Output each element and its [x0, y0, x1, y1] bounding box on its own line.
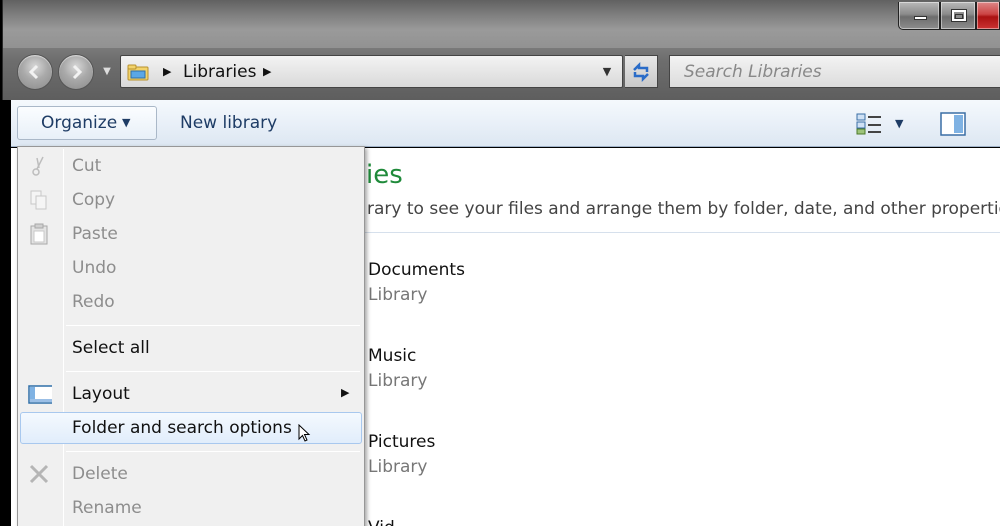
- menu-item-paste[interactable]: Paste: [20, 218, 362, 250]
- submenu-arrow-icon: ▶: [341, 386, 350, 399]
- menu-item-delete[interactable]: Delete: [20, 458, 362, 490]
- library-name: Pictures: [368, 432, 436, 452]
- library-name: Documents: [368, 260, 465, 280]
- menu-item-copy[interactable]: Copy: [20, 184, 362, 216]
- copy-icon: [30, 190, 47, 210]
- menu-item-label: Rename: [72, 498, 142, 518]
- mouse-cursor-icon: [298, 424, 311, 442]
- forward-arrow-icon: [59, 55, 93, 89]
- minimize-icon: [914, 16, 927, 20]
- library-item-music[interactable]: Music Library: [368, 345, 427, 392]
- menu-item-rename[interactable]: Rename: [20, 492, 362, 524]
- library-type: Library: [368, 285, 428, 305]
- menu-separator: [66, 451, 360, 452]
- library-type: Library: [368, 371, 428, 391]
- refresh-button[interactable]: [625, 55, 658, 88]
- menu-item-undo[interactable]: Undo: [20, 252, 362, 284]
- menu-separator: [66, 371, 360, 372]
- address-bar[interactable]: ▶ Libraries ▶ ▼: [120, 55, 623, 88]
- library-type: Library: [368, 457, 428, 477]
- delete-x-icon: [29, 464, 49, 484]
- layout-icon: [28, 385, 52, 404]
- back-button[interactable]: [17, 54, 53, 90]
- menu-item-label: Copy: [72, 190, 116, 210]
- menu-separator: [66, 325, 360, 326]
- menu-item-cut[interactable]: Cut: [20, 150, 362, 182]
- breadcrumb-separator-icon[interactable]: ▶: [263, 65, 273, 79]
- new-library-button[interactable]: New library: [180, 113, 277, 133]
- refresh-icon: [633, 61, 649, 83]
- restore-icon: [951, 9, 967, 22]
- preview-pane-icon[interactable]: [940, 112, 966, 136]
- menu-item-label: Delete: [72, 464, 128, 484]
- library-item-pictures[interactable]: Pictures Library: [368, 431, 435, 478]
- breadcrumb-separator-icon[interactable]: ▶: [163, 65, 173, 79]
- search-input[interactable]: [670, 56, 1000, 87]
- libraries-folder-icon: [127, 64, 149, 81]
- library-name: Vid: [368, 517, 395, 526]
- library-name: Music: [368, 346, 417, 366]
- clipboard-icon: [30, 223, 48, 245]
- scissors-icon: [32, 156, 44, 176]
- library-item-videos[interactable]: Vid: [368, 517, 395, 526]
- header-divider: [361, 232, 1000, 233]
- menu-item-label: Cut: [72, 156, 102, 176]
- menu-item-select-all[interactable]: Select all: [20, 332, 362, 364]
- menu-item-label: Redo: [72, 292, 115, 312]
- menu-item-label: Undo: [72, 258, 117, 278]
- forward-button[interactable]: [58, 54, 94, 90]
- search-box: [669, 55, 1000, 88]
- menu-item-layout[interactable]: Layout ▶: [20, 378, 362, 410]
- menu-item-label: Folder and search options: [72, 418, 292, 438]
- change-view-icon[interactable]: [856, 113, 882, 135]
- page-subtitle: rary to see your files and arrange them …: [367, 199, 1000, 219]
- view-options-chevron-icon[interactable]: ▼: [895, 113, 903, 135]
- chevron-down-icon: ▼: [122, 116, 131, 129]
- menu-item-label: Layout: [72, 384, 130, 404]
- page-title: ies: [366, 160, 403, 190]
- organize-label: Organize: [41, 113, 118, 133]
- menu-item-label: Paste: [72, 224, 118, 244]
- breadcrumb-libraries[interactable]: Libraries: [183, 62, 256, 82]
- address-dropdown-icon[interactable]: ▼: [599, 64, 615, 80]
- organize-button[interactable]: Organize ▼: [17, 106, 157, 140]
- chevron-down-icon: ▼: [103, 66, 111, 77]
- command-bar: Organize ▼ New library ▼: [11, 100, 1000, 147]
- close-button[interactable]: [976, 2, 1000, 30]
- menu-item-redo[interactable]: Redo: [20, 286, 362, 318]
- minimize-button[interactable]: [898, 2, 940, 30]
- caption-buttons: [898, 2, 1000, 32]
- maximize-button[interactable]: [940, 2, 976, 30]
- menu-item-label: Select all: [72, 338, 150, 358]
- organize-menu: Cut Copy Paste Undo Redo Select all Layo…: [17, 146, 365, 526]
- back-arrow-icon: [18, 55, 52, 89]
- library-item-documents[interactable]: Documents Library: [368, 259, 465, 306]
- recent-pages-button[interactable]: ▼: [101, 66, 113, 78]
